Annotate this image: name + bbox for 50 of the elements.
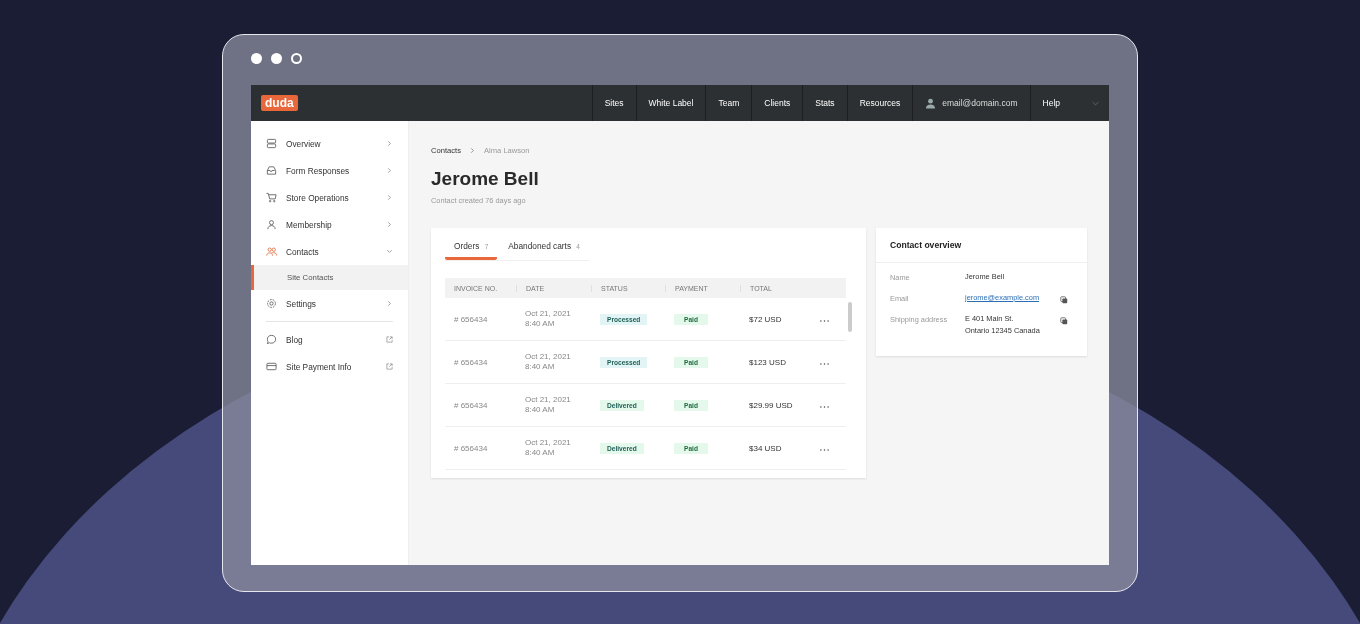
table-cell-text: # 656434 [453, 357, 489, 367]
sidebar-item[interactable]: Form Responses [251, 157, 408, 184]
table-cell-text: # 656434 [453, 400, 489, 410]
sidebar-item[interactable]: Membership [251, 211, 408, 238]
sidebar-label: Overview [286, 138, 322, 149]
chevron-right-icon [386, 300, 393, 307]
chevron-right-icon [468, 147, 476, 154]
copy-icon[interactable] [1060, 317, 1068, 325]
window-dot-icon [271, 53, 282, 64]
external-link-icon [386, 363, 393, 370]
table-cell-text: $123 USD [748, 357, 787, 367]
more-icon[interactable] [820, 319, 829, 322]
external-link-icon [386, 336, 393, 343]
table-cell-text: $72 USD [748, 314, 783, 324]
chevron-right-icon [386, 140, 393, 147]
window-dot-icon [291, 53, 302, 64]
table-cell-text: # 656434 [453, 443, 489, 453]
caret-icon [1092, 100, 1099, 106]
sidebar-label: Contacts [286, 246, 320, 257]
sidebar-item[interactable]: Site Payment Info [251, 353, 408, 380]
sidebar-item[interactable]: Overview [251, 130, 408, 157]
more-icon[interactable] [820, 448, 829, 451]
table-cell-text: Oct 21, 2021 8:40 AM [524, 352, 572, 372]
sidebar-label: Form Responses [286, 165, 351, 176]
copy-icon[interactable] [1060, 296, 1068, 304]
table-cell-text: Oct 21, 2021 8:40 AM [524, 309, 572, 329]
window-dot-icon [251, 53, 262, 64]
sidebar-label: Store Operations [286, 192, 350, 203]
chevron-right-icon [386, 194, 393, 201]
chevron-right-icon [386, 221, 393, 228]
card-title: Contact overview [876, 228, 1087, 263]
page-title: Jerome Bell [431, 168, 540, 190]
sidebar-label: Settings [286, 298, 317, 309]
table-cell-text: # 656434 [453, 314, 489, 324]
table-cell-text: Oct 21, 2021 8:40 AM [524, 395, 572, 415]
sidebar-item[interactable]: Store Operations [251, 184, 408, 211]
sidebar-item[interactable]: Contacts [251, 238, 408, 265]
more-icon[interactable] [820, 362, 829, 365]
sidebar-item[interactable]: Settings [251, 290, 408, 317]
sidebar-label: Site Payment Info [286, 361, 353, 372]
sidebar-item[interactable]: Blog [251, 326, 408, 353]
person-icon [925, 97, 937, 109]
more-icon[interactable] [820, 405, 829, 408]
scrollbar[interactable] [848, 302, 852, 332]
sidebar-label: Membership [286, 219, 333, 230]
sidebar-label: Blog [286, 334, 304, 345]
table-cell-text: $29.99 USD [748, 400, 794, 410]
chevron-right-icon [386, 167, 393, 174]
table-cell-text: $34 USD [748, 443, 783, 453]
table-cell-text: Oct 21, 2021 8:40 AM [524, 438, 572, 458]
